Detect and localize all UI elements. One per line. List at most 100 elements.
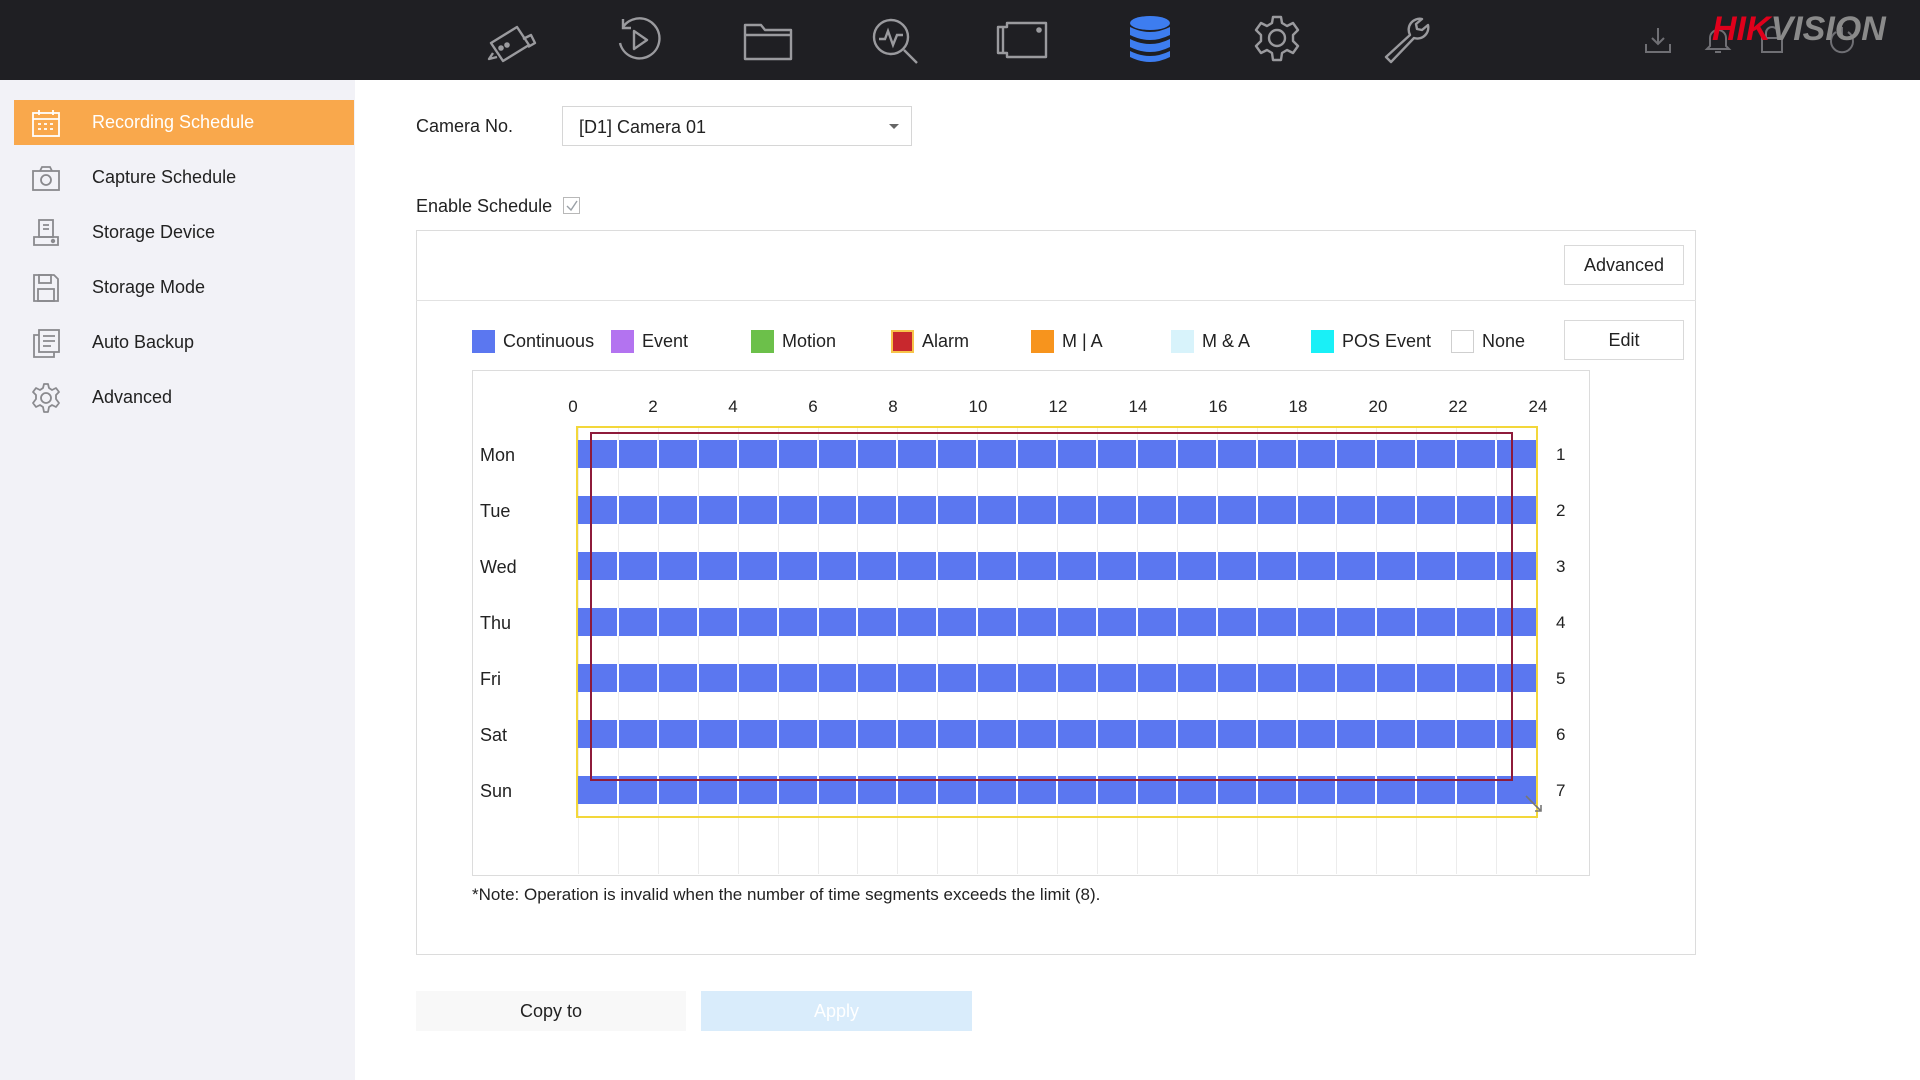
legend-continuous[interactable]: Continuous bbox=[472, 328, 594, 354]
hour-cell-divider bbox=[1375, 720, 1378, 748]
edit-button[interactable]: Edit bbox=[1564, 320, 1684, 360]
hour-gridline bbox=[1017, 428, 1019, 874]
hour-label: 22 bbox=[1448, 397, 1468, 416]
sidebar-item-storage-device[interactable]: Storage Device bbox=[14, 210, 354, 255]
legend-swatch bbox=[891, 329, 914, 353]
legend-pos-event[interactable]: POS Event bbox=[1311, 328, 1431, 354]
legend-swatch bbox=[1311, 329, 1334, 353]
legend-none[interactable]: None bbox=[1451, 328, 1525, 354]
hour-cell-divider bbox=[816, 776, 819, 804]
backup-icon bbox=[28, 325, 64, 361]
hour-cell-divider bbox=[1335, 776, 1338, 804]
hour-cell-divider bbox=[1175, 720, 1178, 748]
hour-cell-divider bbox=[896, 776, 899, 804]
schedule-row-wed[interactable] bbox=[578, 552, 1536, 580]
hour-cell-divider bbox=[896, 496, 899, 524]
legend-swatch bbox=[611, 329, 634, 353]
schedule-row-sun[interactable] bbox=[578, 776, 1536, 804]
sidebar-item-advanced[interactable]: Advanced bbox=[14, 375, 354, 420]
hour-cell-divider bbox=[976, 720, 979, 748]
day-label: Fri bbox=[480, 669, 501, 689]
hour-cell-divider bbox=[1495, 720, 1498, 748]
camera-no-label: Camera No. bbox=[416, 116, 514, 136]
copy-to-button[interactable]: Copy to bbox=[416, 991, 686, 1031]
maintenance-icon[interactable] bbox=[1377, 12, 1435, 68]
hour-cell-divider bbox=[736, 664, 739, 692]
storage-icon[interactable] bbox=[1121, 12, 1179, 68]
legend-motion[interactable]: Motion bbox=[751, 328, 836, 354]
schedule-row-sat[interactable] bbox=[578, 720, 1536, 748]
hour-cell-divider bbox=[776, 664, 779, 692]
row-number: 6 bbox=[1556, 725, 1566, 744]
hour-cell-divider bbox=[1095, 552, 1098, 580]
apply-button[interactable]: Apply bbox=[701, 991, 972, 1031]
hour-gridline bbox=[977, 428, 979, 874]
hour-cell-divider bbox=[1495, 776, 1498, 804]
hour-cell-divider bbox=[616, 496, 619, 524]
hour-gridline bbox=[937, 428, 939, 874]
hour-cell-divider bbox=[976, 552, 979, 580]
search-analytics-icon[interactable] bbox=[866, 12, 924, 68]
enable-schedule-checkbox[interactable] bbox=[563, 197, 580, 214]
download-icon[interactable] bbox=[1640, 22, 1676, 58]
hour-label: 24 bbox=[1528, 397, 1548, 416]
legend-label: M & A bbox=[1202, 330, 1251, 351]
hour-gridline bbox=[1336, 428, 1338, 874]
hour-cell-divider bbox=[1095, 440, 1098, 468]
legend-label: Event bbox=[642, 330, 689, 351]
hour-gridline bbox=[1456, 428, 1458, 874]
camera-select[interactable]: [D1] Camera 01 bbox=[562, 106, 912, 146]
hour-cell-divider bbox=[1375, 440, 1378, 468]
hour-cell-divider bbox=[1495, 664, 1498, 692]
hour-gridline bbox=[1057, 428, 1058, 874]
sidebar-item-storage-mode[interactable]: Storage Mode bbox=[14, 265, 354, 310]
video-window-icon[interactable] bbox=[993, 12, 1051, 68]
hour-label: 4 bbox=[728, 397, 738, 416]
hour-gridline bbox=[697, 428, 699, 874]
advanced-button[interactable]: Advanced bbox=[1564, 245, 1684, 285]
hour-cell-divider bbox=[936, 440, 939, 468]
settings-icon[interactable] bbox=[1248, 12, 1306, 68]
camera-icon[interactable] bbox=[482, 12, 540, 68]
hour-cell-divider bbox=[896, 720, 899, 748]
hour-cell-divider bbox=[1295, 664, 1298, 692]
hour-cell-divider bbox=[736, 552, 739, 580]
legend-alarm[interactable]: Alarm bbox=[891, 328, 969, 354]
schedule-row-tue[interactable] bbox=[578, 496, 1536, 524]
hour-cell-divider bbox=[696, 720, 699, 748]
hour-cell-divider bbox=[656, 440, 659, 468]
hour-cell-divider bbox=[816, 552, 819, 580]
legend-swatch bbox=[1451, 329, 1474, 353]
playback-icon[interactable] bbox=[610, 12, 668, 68]
day-label: Sat bbox=[480, 725, 508, 745]
hour-cell-divider bbox=[1056, 552, 1058, 580]
schedule-row-fri[interactable] bbox=[578, 664, 1536, 692]
hour-cell-divider bbox=[1056, 440, 1058, 468]
hour-cell-divider bbox=[1415, 720, 1418, 748]
day-label: Thu bbox=[480, 613, 512, 633]
hour-cell-divider bbox=[776, 440, 779, 468]
folder-icon[interactable] bbox=[739, 12, 797, 68]
hour-cell-divider bbox=[656, 608, 659, 636]
schedule-row-mon[interactable] bbox=[578, 440, 1536, 468]
legend-m-and-a[interactable]: M & A bbox=[1171, 328, 1250, 354]
sidebar-item-auto-backup[interactable]: Auto Backup bbox=[14, 320, 354, 365]
hour-cell-divider bbox=[656, 496, 659, 524]
hour-gridline bbox=[578, 428, 579, 874]
hour-cell-divider bbox=[776, 608, 779, 636]
hour-cell-divider bbox=[696, 440, 699, 468]
hour-cell-divider bbox=[856, 776, 859, 804]
hour-gridline bbox=[657, 428, 659, 874]
sidebar-item-recording-schedule[interactable]: Recording Schedule bbox=[14, 100, 354, 145]
hour-gridline bbox=[737, 428, 739, 874]
schedule-row-thu[interactable] bbox=[578, 608, 1536, 636]
legend-label: Continuous bbox=[503, 330, 595, 351]
sidebar-item-capture-schedule[interactable]: Capture Schedule bbox=[14, 155, 354, 200]
hour-cell-divider bbox=[1295, 552, 1298, 580]
legend-m-or-a[interactable]: M | A bbox=[1031, 328, 1103, 354]
row-number: 7 bbox=[1556, 781, 1566, 800]
legend-event[interactable]: Event bbox=[611, 328, 688, 354]
hour-cell-divider bbox=[1056, 776, 1058, 804]
hour-label: 20 bbox=[1368, 397, 1388, 416]
hour-cell-divider bbox=[856, 608, 859, 636]
